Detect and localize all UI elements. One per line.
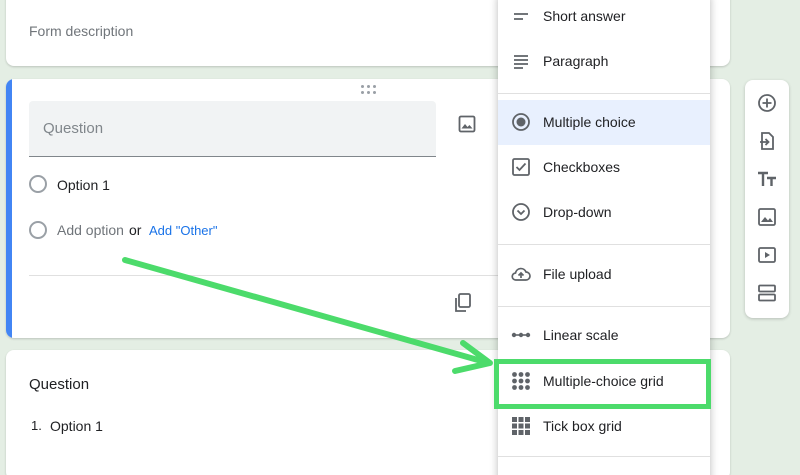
add-section-icon[interactable] <box>757 283 777 303</box>
add-image-icon[interactable] <box>757 207 777 227</box>
dropdown-icon <box>512 203 530 221</box>
menu-separator <box>498 93 710 94</box>
menu-item-paragraph[interactable]: Paragraph <box>498 39 710 84</box>
duplicate-icon[interactable] <box>454 293 472 313</box>
paragraph-icon <box>514 55 528 69</box>
menu-item-linear-scale[interactable]: Linear scale <box>498 313 710 358</box>
import-questions-icon[interactable] <box>757 131 777 151</box>
add-image-icon[interactable] <box>458 115 476 133</box>
grid-squares-icon <box>512 417 530 435</box>
add-option-button[interactable]: Add option <box>57 222 124 238</box>
add-option-radio-icon <box>29 221 47 239</box>
add-other-button[interactable]: Add "Other" <box>149 223 218 238</box>
option-1-label[interactable]: Option 1 <box>57 177 110 193</box>
menu-item-tick-box-grid[interactable]: Tick box grid <box>498 404 710 449</box>
add-question-icon[interactable] <box>757 93 777 113</box>
option-radio-icon <box>29 175 47 193</box>
second-question-option: Option 1 <box>50 418 103 434</box>
active-card-accent <box>6 79 12 338</box>
highlight-box <box>494 359 711 409</box>
menu-item-multiple-choice[interactable]: Multiple choice <box>498 100 710 145</box>
menu-item-checkboxes[interactable]: Checkboxes <box>498 145 710 190</box>
form-description-input[interactable]: Form description <box>29 23 133 39</box>
or-label: or <box>129 222 142 238</box>
menu-separator <box>498 244 710 245</box>
drag-handle-icon[interactable] <box>361 85 377 95</box>
menu-item-file-upload[interactable]: File upload <box>498 252 710 297</box>
menu-item-dropdown[interactable]: Drop-down <box>498 190 710 235</box>
upload-cloud-icon <box>511 267 531 281</box>
question-placeholder: Question <box>43 120 104 137</box>
card-divider <box>29 275 509 276</box>
short-answer-icon <box>514 13 528 20</box>
option-number: 1. <box>31 418 42 433</box>
question-title-input[interactable]: Question <box>29 101 436 157</box>
radio-icon <box>512 113 530 131</box>
add-video-icon[interactable] <box>757 245 777 265</box>
floating-toolbar <box>745 80 789 318</box>
second-question-title: Question <box>29 376 90 393</box>
menu-separator <box>498 306 710 307</box>
linear-scale-icon <box>511 332 531 338</box>
checkbox-icon <box>512 158 530 176</box>
menu-item-short-answer[interactable]: Short answer <box>498 0 710 39</box>
add-title-icon[interactable] <box>757 169 777 189</box>
menu-separator <box>498 456 710 457</box>
